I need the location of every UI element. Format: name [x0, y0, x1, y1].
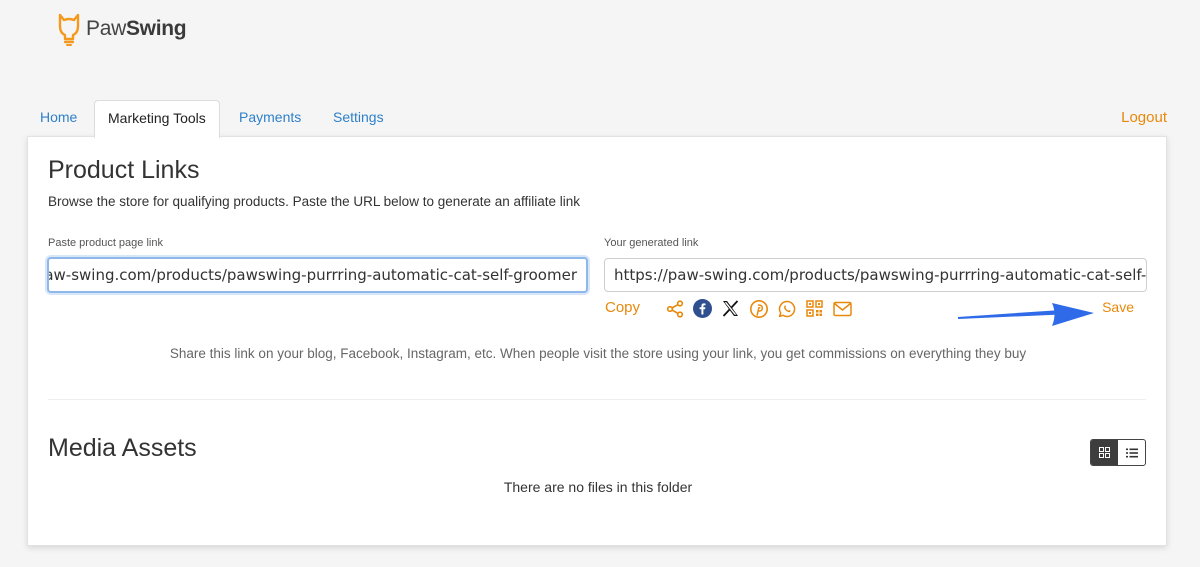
- share-note: Share this link on your blog, Facebook, …: [169, 346, 1027, 361]
- qr-code-icon[interactable]: [805, 299, 824, 318]
- email-icon[interactable]: [833, 299, 852, 318]
- media-empty-message: There are no files in this folder: [503, 479, 693, 495]
- share-icon[interactable]: [665, 299, 684, 318]
- facebook-icon[interactable]: [693, 299, 712, 318]
- media-assets-title: Media Assets: [48, 434, 197, 462]
- generated-link-label: Your generated link: [604, 237, 699, 249]
- grid-view-button[interactable]: [1091, 440, 1118, 465]
- share-icons: [665, 299, 852, 318]
- view-toggle: [1090, 439, 1146, 466]
- paste-link-label: Paste product page link: [48, 237, 163, 249]
- section-divider: [48, 399, 1146, 400]
- tab-payments[interactable]: Payments: [226, 100, 314, 137]
- x-icon[interactable]: [721, 299, 740, 318]
- logout-link[interactable]: Logout: [1121, 100, 1167, 135]
- whatsapp-icon[interactable]: [777, 299, 796, 318]
- paste-link-input[interactable]: https://paw-swing.com/products/pawswing-…: [47, 257, 588, 293]
- main-nav: Home Marketing Tools Payments Settings L…: [27, 100, 1167, 138]
- list-view-button[interactable]: [1118, 440, 1145, 465]
- tab-settings[interactable]: Settings: [320, 100, 397, 137]
- list-icon: [1125, 448, 1138, 457]
- grid-icon: [1099, 447, 1110, 458]
- brand-logo[interactable]: PawSwing: [56, 12, 187, 46]
- generated-link-input[interactable]: https://paw-swing.com/products/pawswing-…: [604, 258, 1147, 292]
- tab-home[interactable]: Home: [27, 100, 90, 137]
- tab-marketing-tools[interactable]: Marketing Tools: [94, 100, 220, 138]
- product-links-title: Product Links: [48, 156, 200, 184]
- brand-name: PawSwing: [86, 17, 187, 40]
- copy-button[interactable]: Copy: [605, 299, 640, 316]
- cat-lightbulb-icon: [58, 13, 80, 46]
- pinterest-icon[interactable]: [749, 299, 768, 318]
- content-card: Product Links Browse the store for quali…: [27, 136, 1167, 546]
- save-button[interactable]: Save: [1102, 299, 1134, 315]
- product-links-description: Browse the store for qualifying products…: [48, 194, 581, 209]
- arrow-pointing-save-icon: [958, 303, 1094, 326]
